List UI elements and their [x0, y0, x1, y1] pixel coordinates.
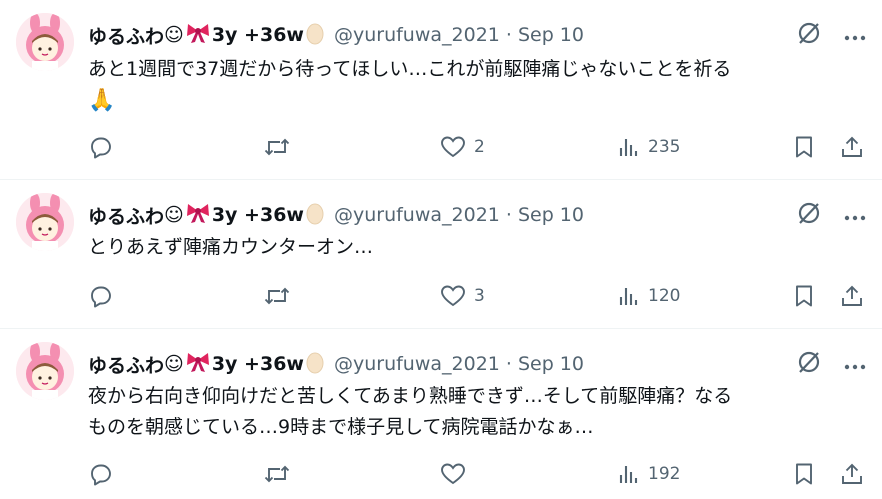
- views-icon: [619, 466, 638, 483]
- egg-icon: [305, 201, 325, 230]
- heart-icon: [441, 285, 465, 307]
- display-name[interactable]: ゆるふわ: [88, 22, 164, 49]
- tweet-text: 夜から右向き仰向けだと苦しくてあまり熟睡できず…そして前駆陣痛？なる ものを朝感…: [88, 381, 858, 443]
- tweet-actions: 3 120: [88, 281, 868, 311]
- heart-icon: [441, 136, 465, 158]
- share-button[interactable]: [840, 459, 864, 489]
- bookmark-button[interactable]: [794, 459, 814, 489]
- tweet-header: ゆるふわ ☺ 3y +36w @yurufuwa_2021 · Sep 10: [88, 349, 584, 379]
- share-icon: [842, 136, 862, 157]
- like-count: 3: [474, 286, 485, 306]
- view-count: 120: [648, 286, 681, 306]
- tweet-header: ゆるふわ ☺ 3y +36w @yurufuwa_2021 · Sep 10: [88, 20, 584, 50]
- ribbon-icon: [185, 202, 211, 229]
- tweet-text: とりあえず陣痛カウンターオン…: [88, 232, 858, 263]
- bookmark-icon: [796, 285, 812, 307]
- retweet-icon: [264, 465, 290, 483]
- tweet-actions: 2 235: [88, 132, 868, 162]
- smile-glyph: ☺: [164, 24, 184, 46]
- tweet-header: ゆるふわ ☺ 3y +36w @yurufuwa_2021 · Sep 10: [88, 200, 584, 230]
- timestamp[interactable]: Sep 10: [518, 204, 584, 226]
- more-icon[interactable]: [844, 206, 866, 225]
- tweet[interactable]: ゆるふわ ☺ 3y +36w @yurufuwa_2021 · Sep 10 あ…: [0, 0, 882, 180]
- badge-suffix: 3y +36w: [211, 24, 304, 46]
- separator: ·: [505, 204, 512, 226]
- egg-icon: [305, 21, 325, 50]
- tweet[interactable]: ゆるふわ ☺ 3y +36w @yurufuwa_2021 · Sep 10 と…: [0, 180, 882, 329]
- badge-suffix: 3y +36w: [211, 204, 304, 226]
- avatar[interactable]: [16, 13, 74, 71]
- retweet-button[interactable]: [264, 459, 290, 489]
- like-button[interactable]: [440, 459, 474, 489]
- views-icon: [619, 139, 638, 156]
- tweet-actions: 192: [88, 459, 868, 489]
- reply-icon: [91, 464, 111, 486]
- share-button[interactable]: [840, 132, 864, 162]
- retweet-button[interactable]: [264, 281, 290, 311]
- grok-icon[interactable]: [796, 200, 822, 230]
- views-button[interactable]: 192: [618, 459, 680, 489]
- share-icon: [842, 285, 862, 306]
- reply-icon: [91, 137, 111, 159]
- tweet-text: あと1週間で37週だから待ってほしい…これが前駆陣痛じゃないことを祈る 🙏: [88, 54, 858, 116]
- avatar[interactable]: [16, 193, 74, 251]
- view-count: 235: [648, 137, 681, 157]
- badge-suffix: 3y +36w: [211, 353, 304, 375]
- handle[interactable]: @yurufuwa_2021: [334, 204, 500, 226]
- smile-glyph: ☺: [164, 353, 184, 375]
- timestamp[interactable]: Sep 10: [518, 24, 584, 46]
- like-count: 2: [474, 137, 485, 157]
- reply-button[interactable]: [89, 132, 113, 162]
- reply-button[interactable]: [89, 459, 113, 489]
- tweet-text-line: ものを朝感じている…9時まで様子見して病院電話かなぁ…: [88, 416, 594, 438]
- like-button[interactable]: 3: [440, 281, 485, 311]
- tweet[interactable]: ゆるふわ ☺ 3y +36w @yurufuwa_2021 · Sep 10 夜…: [0, 329, 882, 499]
- retweet-button[interactable]: [264, 132, 290, 162]
- bookmark-icon: [796, 136, 812, 158]
- heart-icon: [441, 463, 465, 485]
- display-name[interactable]: ゆるふわ: [88, 202, 164, 229]
- ribbon-icon: [185, 22, 211, 49]
- handle[interactable]: @yurufuwa_2021: [334, 353, 500, 375]
- views-button[interactable]: 120: [618, 281, 680, 311]
- like-button[interactable]: 2: [440, 132, 485, 162]
- bookmark-button[interactable]: [794, 132, 814, 162]
- grok-icon[interactable]: [796, 349, 822, 379]
- avatar-bunny-icon: [16, 13, 74, 71]
- grok-icon[interactable]: [796, 20, 822, 50]
- separator: ·: [505, 24, 512, 46]
- egg-icon: [305, 350, 325, 379]
- tweet-text-line: 夜から右向き仰向けだと苦しくてあまり熟睡できず…そして前駆陣痛？なる: [88, 385, 733, 407]
- ribbon-icon: [185, 351, 211, 378]
- avatar-bunny-icon: [16, 342, 74, 400]
- handle[interactable]: @yurufuwa_2021: [334, 24, 500, 46]
- reply-icon: [91, 286, 111, 308]
- separator: ·: [505, 353, 512, 375]
- tweet-text-line: 🙏: [88, 88, 116, 113]
- avatar-bunny-icon: [16, 193, 74, 251]
- avatar[interactable]: [16, 342, 74, 400]
- views-icon: [619, 288, 638, 305]
- bookmark-button[interactable]: [794, 281, 814, 311]
- smile-glyph: ☺: [164, 204, 184, 226]
- more-icon[interactable]: [844, 26, 866, 45]
- bookmark-icon: [796, 463, 812, 485]
- reply-button[interactable]: [89, 281, 113, 311]
- tweet-text-line: あと1週間で37週だから待ってほしい…これが前駆陣痛じゃないことを祈る: [88, 58, 732, 80]
- timestamp[interactable]: Sep 10: [518, 353, 584, 375]
- retweet-icon: [264, 138, 290, 156]
- retweet-icon: [264, 287, 290, 305]
- share-icon: [842, 463, 862, 484]
- share-button[interactable]: [840, 281, 864, 311]
- tweet-text-line: とりあえず陣痛カウンターオン…: [88, 236, 374, 258]
- view-count: 192: [648, 464, 681, 484]
- more-icon[interactable]: [844, 355, 866, 374]
- display-name[interactable]: ゆるふわ: [88, 351, 164, 378]
- views-button[interactable]: 235: [618, 132, 680, 162]
